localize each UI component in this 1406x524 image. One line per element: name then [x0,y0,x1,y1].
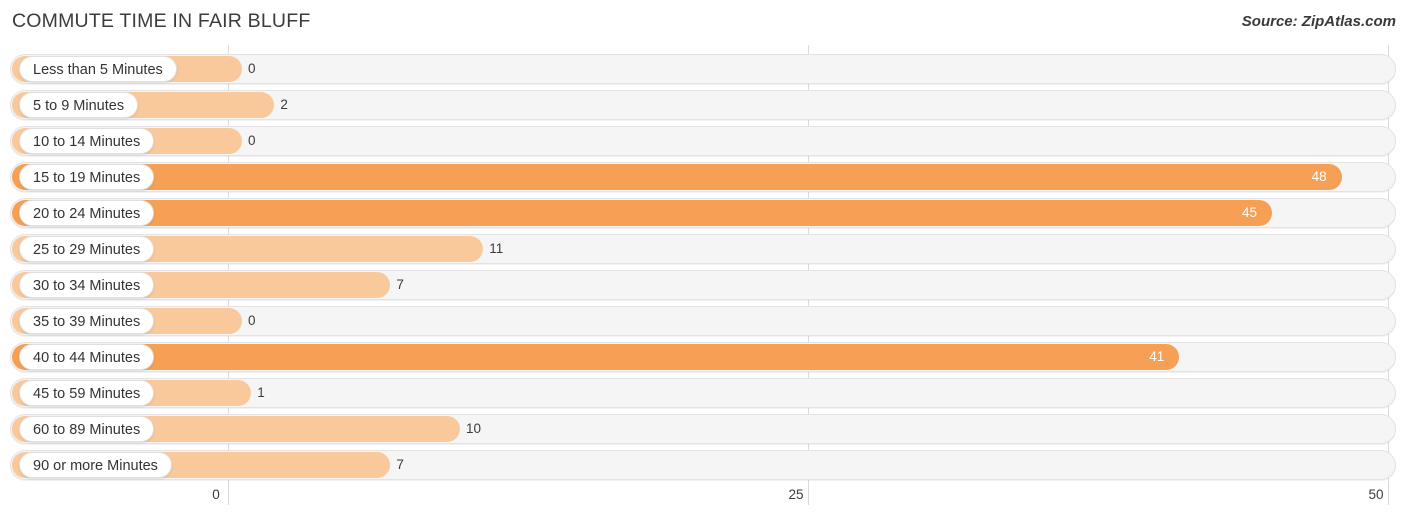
bar-row[interactable]: 15 to 19 Minutes 48 [10,162,1396,192]
source-attribution: Source: ZipAtlas.com [1241,13,1396,30]
x-tick-label: 50 [1368,487,1384,502]
bar-value-label: 1 [257,385,265,400]
bar-row[interactable]: 35 to 39 Minutes 0 [10,306,1396,336]
bar-row[interactable]: 90 or more Minutes 7 [10,450,1396,480]
bar-value-label: 0 [248,133,256,148]
bar-value-label: 11 [489,241,504,256]
bar-row[interactable]: 45 to 59 Minutes 1 [10,378,1396,408]
chart-header: COMMUTE TIME IN FAIR BLUFF Source: ZipAt… [0,0,1406,45]
x-tick-mark [228,485,229,505]
bar-value-label: 2 [280,97,288,112]
category-label: 5 to 9 Minutes [19,92,139,118]
x-tick-mark [808,485,809,505]
category-label: 45 to 59 Minutes [19,380,155,406]
category-label: 20 to 24 Minutes [19,200,155,226]
bar-value-label: 7 [396,277,404,292]
bar-row[interactable]: Less than 5 Minutes 0 [10,54,1396,84]
category-label: 30 to 34 Minutes [19,272,155,298]
bar-value-label: 0 [248,61,256,76]
category-label: 10 to 14 Minutes [19,128,155,154]
bar-value-label: 48 [1311,169,1327,184]
category-label: 40 to 44 Minutes [19,344,155,370]
category-label: 90 or more Minutes [19,452,172,478]
bar-value-label: 10 [466,421,482,436]
bar-row[interactable]: 10 to 14 Minutes 0 [10,126,1396,156]
bar-row[interactable]: 60 to 89 Minutes 10 [10,414,1396,444]
x-tick-label: 0 [212,487,220,502]
category-label: Less than 5 Minutes [19,56,177,82]
category-label: 15 to 19 Minutes [19,164,155,190]
x-tick-label: 25 [788,487,804,502]
bar-value-label: 45 [1242,205,1258,220]
bar-row[interactable]: 40 to 44 Minutes 41 [10,342,1396,372]
bar [12,344,1180,370]
x-axis: 0 25 50 [0,485,1406,524]
bar-value-label: 41 [1149,349,1165,364]
bar-value-label: 7 [396,457,404,472]
bar-rows: Less than 5 Minutes 0 5 to 9 Minutes 2 10 to… [0,45,1406,485]
page-title: COMMUTE TIME IN FAIR BLUFF [12,10,311,32]
bar [12,164,1342,190]
category-label: 35 to 39 Minutes [19,308,155,334]
category-label: 60 to 89 Minutes [19,416,155,442]
bar-row[interactable]: 30 to 34 Minutes 7 [10,270,1396,300]
bar-row[interactable]: 25 to 29 Minutes 11 [10,234,1396,264]
bar-row[interactable]: 5 to 9 Minutes 2 [10,90,1396,120]
bar-row[interactable]: 20 to 24 Minutes 45 [10,198,1396,228]
bar-value-label: 0 [248,313,256,328]
chart-root: COMMUTE TIME IN FAIR BLUFF Source: ZipAt… [0,0,1406,524]
plot-area: Less than 5 Minutes 0 5 to 9 Minutes 2 10 to… [0,45,1406,485]
bar [12,200,1272,226]
category-label: 25 to 29 Minutes [19,236,155,262]
x-tick-mark [1388,485,1389,505]
